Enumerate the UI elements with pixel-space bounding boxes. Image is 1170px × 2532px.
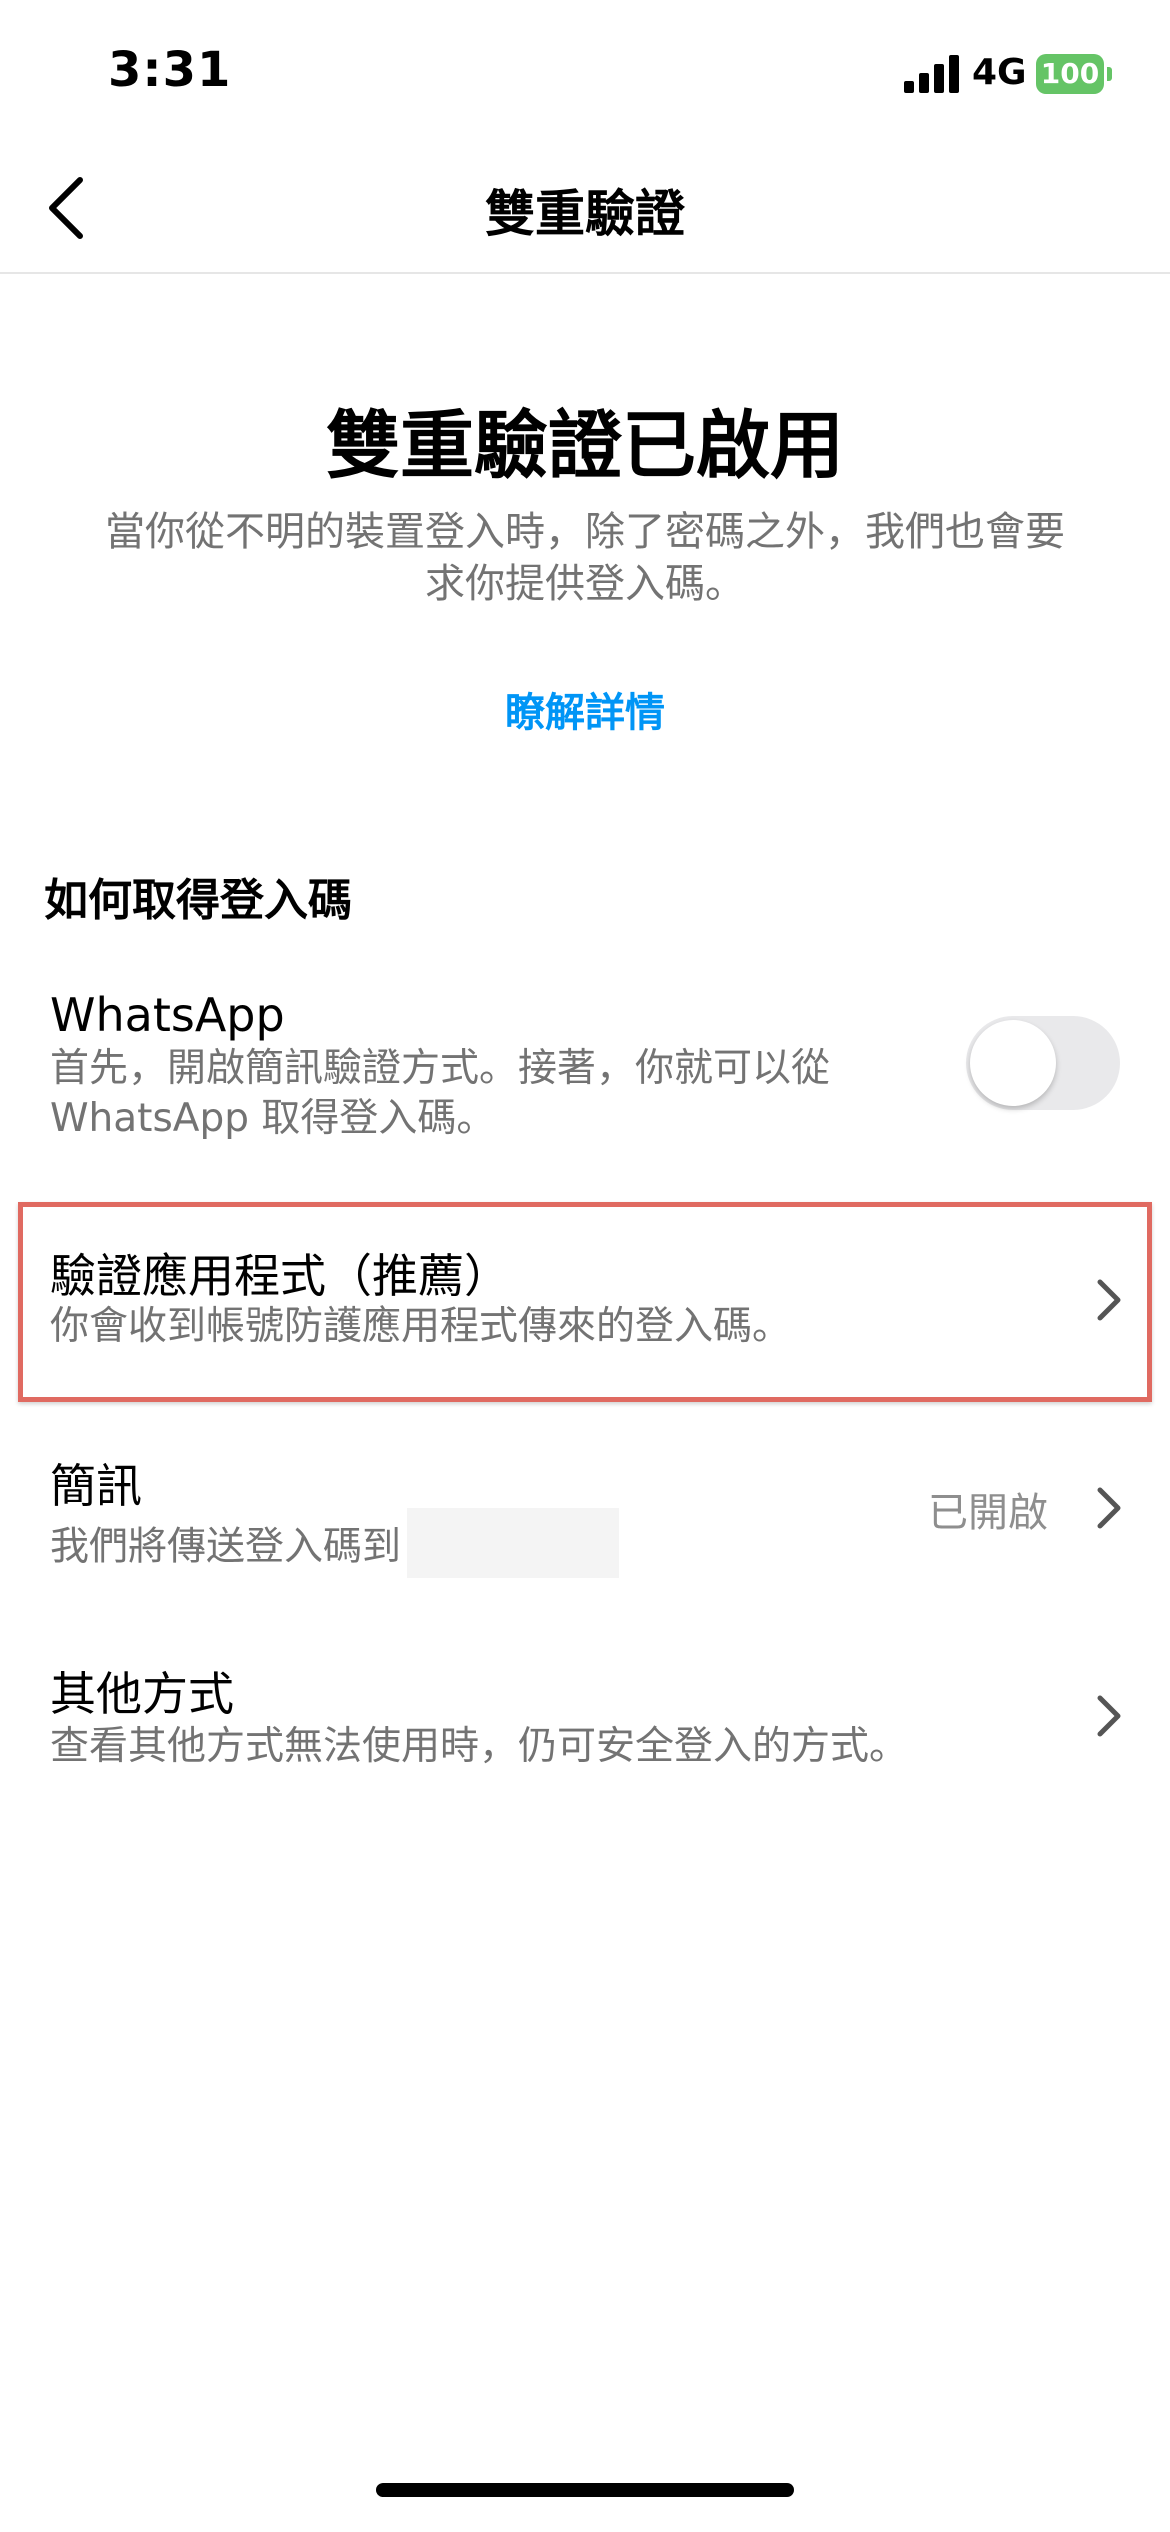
chevron-right-icon [1097, 1279, 1121, 1321]
signal-icon [904, 55, 959, 93]
auth-app-title: 驗證應用程式（推薦） [50, 1249, 510, 1303]
hero-title: 雙重驗證已啟用 [326, 403, 844, 489]
learn-more-link[interactable]: 瞭解詳情 [0, 680, 1170, 738]
sms-status: 已開啟 [928, 1490, 1048, 1536]
battery-tip [1107, 67, 1112, 81]
sms-description-line: 我們將傳送登入碼到 [50, 1508, 620, 1584]
auth-app-description: 你會收到帳號防護應用程式傳來的登入碼。 [50, 1304, 792, 1349]
auth-app-option[interactable]: 驗證應用程式（推薦） 你會收到帳號防護應用程式傳來的登入碼。 [0, 1206, 1170, 1390]
whatsapp-toggle[interactable] [966, 1016, 1120, 1110]
home-indicator[interactable] [376, 2483, 794, 2497]
sms-option[interactable]: 簡訊 我們將傳送登入碼到 已開啟 [0, 1430, 1170, 1600]
sms-title: 簡訊 [50, 1459, 142, 1513]
toggle-knob [970, 1020, 1056, 1106]
whatsapp-description: 首先，開啟簡訊驗證方式。接著，你就可以從WhatsApp 取得登入碼。 [50, 1046, 831, 1141]
chevron-right-icon [1097, 1695, 1121, 1737]
hero-description: 當你從不明的裝置登入時，除了密碼之外，我們也會要求你提供登入碼。 [105, 509, 1065, 607]
redacted-phone-number [407, 1508, 620, 1578]
battery-icon: 100 [1036, 54, 1114, 94]
whatsapp-title: WhatsApp [50, 988, 285, 1042]
page-title: 雙重驗證 [485, 185, 685, 243]
network-label: 4G [972, 52, 1027, 93]
nav-bar: 雙重驗證 [0, 150, 1170, 274]
battery-level: 100 [1036, 54, 1104, 94]
section-title: 如何取得登入碼 [44, 875, 352, 926]
sms-description: 我們將傳送登入碼到 [50, 1524, 402, 1570]
status-bar: 3:31 4G 100 [0, 0, 1170, 150]
other-methods-title: 其他方式 [50, 1667, 234, 1721]
chevron-right-icon [1097, 1487, 1121, 1529]
status-time: 3:31 [108, 42, 232, 98]
other-methods-description: 查看其他方式無法使用時，仍可安全登入的方式。 [50, 1724, 909, 1769]
other-methods-option[interactable]: 其他方式 查看其他方式無法使用時，仍可安全登入的方式。 [0, 1640, 1170, 1810]
